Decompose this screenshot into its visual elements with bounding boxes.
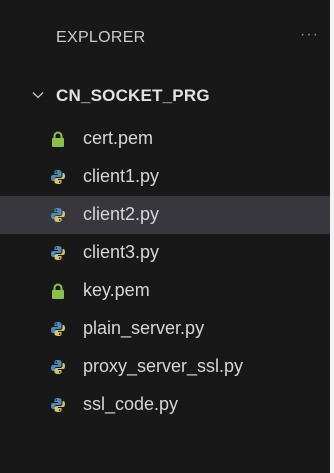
file-list: cert.pem client1.py client2.py client3.py ke… <box>0 120 330 424</box>
file-name: ssl_code.py <box>83 394 179 414</box>
folder-row[interactable]: CN_SOCKET_PRG <box>0 78 330 114</box>
python-icon <box>50 321 66 337</box>
file-row[interactable]: ssl_code.py <box>0 386 330 424</box>
lock-icon <box>50 283 66 299</box>
python-icon <box>50 207 66 223</box>
chevron-down-icon <box>32 92 44 99</box>
explorer-title: EXPLORER <box>56 29 146 46</box>
file-row[interactable]: proxy_server_ssl.py <box>0 348 330 386</box>
file-name: cert.pem <box>83 128 154 148</box>
lock-icon <box>50 131 66 147</box>
python-icon <box>50 359 66 375</box>
file-name: plain_server.py <box>83 318 205 338</box>
file-row[interactable]: client2.py <box>0 196 330 234</box>
folder-name: CN_SOCKET_PRG <box>56 86 210 105</box>
more-actions-icon[interactable]: ··· <box>300 26 319 44</box>
right-edge <box>330 0 334 473</box>
file-name: proxy_server_ssl.py <box>83 356 244 376</box>
file-name: key.pem <box>83 280 150 300</box>
file-name: client2.py <box>83 204 160 224</box>
explorer-panel: EXPLORER ··· CN_SOCKET_PRG cert.pem clien… <box>0 0 330 473</box>
file-row[interactable]: client1.py <box>0 158 330 196</box>
file-row[interactable]: client3.py <box>0 234 330 272</box>
file-row[interactable]: key.pem <box>0 272 330 310</box>
file-row[interactable]: cert.pem <box>0 120 330 158</box>
python-icon <box>50 245 66 261</box>
python-icon <box>50 169 66 185</box>
file-row[interactable]: plain_server.py <box>0 310 330 348</box>
explorer-header: EXPLORER ··· <box>0 0 330 78</box>
python-icon <box>50 397 66 413</box>
file-name: client1.py <box>83 166 160 186</box>
file-name: client3.py <box>83 242 160 262</box>
